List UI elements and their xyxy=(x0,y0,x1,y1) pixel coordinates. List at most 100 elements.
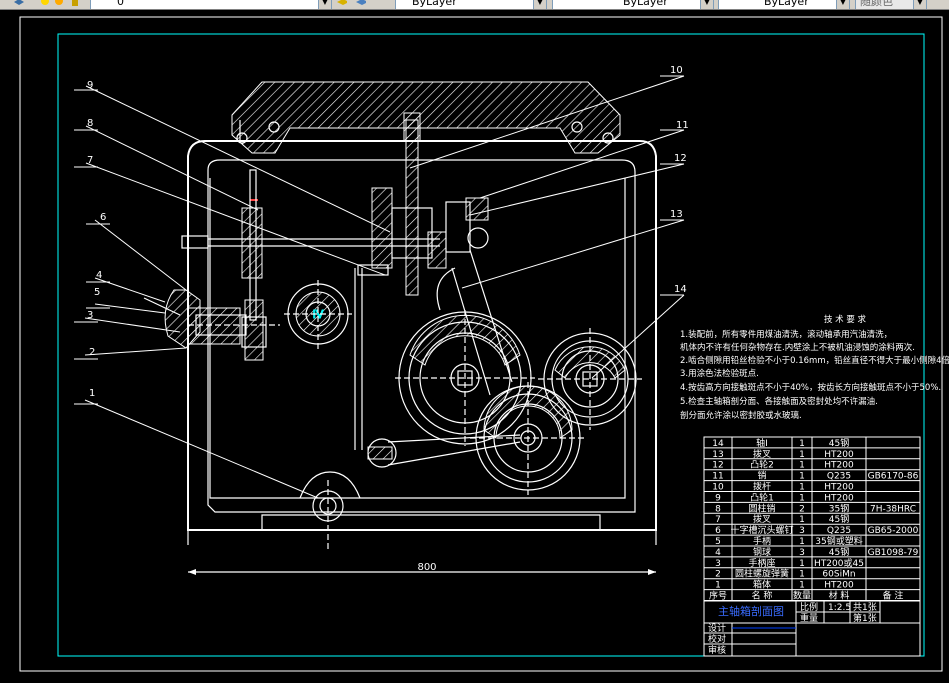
table-cell-no: 12 xyxy=(712,461,723,471)
table-cell-mat: HT200 xyxy=(824,493,854,503)
table-cell-qty: 2 xyxy=(799,504,805,514)
table-cell-name: 圆柱螺旋弹簧 xyxy=(735,568,789,580)
linetype-value: ByLayer xyxy=(623,0,668,8)
table-cell-qty: 3 xyxy=(799,526,805,536)
table-cell-mat: 60SiMn xyxy=(822,570,855,580)
table-cell-no: 7 xyxy=(715,515,721,525)
requirement-line: 3.用涂色法检验斑点. xyxy=(680,368,759,379)
table-header-name: 名 称 xyxy=(752,590,773,602)
table-cell-qty: 1 xyxy=(799,461,805,471)
table-cell-note: GB1098-79 xyxy=(868,548,919,558)
table-cell-note: GB6170-86 xyxy=(868,472,919,482)
table-cell-no: 13 xyxy=(712,450,723,460)
gear-group-left xyxy=(395,310,535,446)
weight-label: 重量 xyxy=(800,612,818,624)
color-value: ByLayer xyxy=(412,0,457,8)
table-cell-name: 凸轮1 xyxy=(750,491,774,503)
leader-2: 2 xyxy=(89,347,95,358)
sun-freeze-icon[interactable] xyxy=(54,0,64,6)
table-cell-note: 7H-38HRC xyxy=(870,504,916,514)
technical-requirements: 技 术 要 求 1.装配前，所有零件用煤油清洗，滚动轴承用汽油清洗， 机体内不许… xyxy=(680,314,949,421)
table-cell-qty: 1 xyxy=(799,570,805,580)
scale-label: 比例 xyxy=(800,601,818,613)
table-cell-no: 10 xyxy=(712,483,724,493)
table-cell-mat: Q235 xyxy=(827,472,851,482)
table-cell-no: 1 xyxy=(715,581,721,591)
shaft-iv: IV xyxy=(284,280,352,350)
table-cell-no: 14 xyxy=(712,439,724,449)
table-cell-qty: 1 xyxy=(799,493,805,503)
checker-label: 校对 xyxy=(708,633,726,645)
table-cell-name: 轴I xyxy=(756,437,768,449)
table-header-qty: 数量 xyxy=(793,590,811,602)
table-cell-note: GB65-2000 xyxy=(868,526,919,536)
table-cell-qty: 1 xyxy=(799,515,805,525)
leader-11: 11 xyxy=(676,120,689,131)
requirement-line: 机体内不许有任何杂物存在.内壁涂上不被机油浸蚀的涂料两次. xyxy=(680,342,915,353)
leader-6: 6 xyxy=(100,212,106,223)
cad-drawing: IV 800 1 2 3 4 5 6 7 8 9 10 11 12 13 14 … xyxy=(19,16,949,672)
drawing-canvas[interactable]: IV 800 1 2 3 4 5 6 7 8 9 10 11 12 13 14 … xyxy=(0,10,949,679)
make-current-layer-icon[interactable] xyxy=(337,0,347,6)
table-cell-no: 4 xyxy=(715,548,721,558)
sheet-number: 第1张 xyxy=(853,612,877,624)
properties-toolbar: 0 ▼ ByLayer ▼ ByLayer ▼ ByLayer ▼ 随颜色 ▼ xyxy=(0,0,949,10)
table-cell-no: 5 xyxy=(715,537,721,547)
requirement-line: 2.啮合侧隙用铅丝检验不小于0.16mm，铅丝直径不得大于最小侧隙4倍. xyxy=(680,355,949,366)
layer-previous-icon[interactable] xyxy=(356,0,366,6)
table-cell-name: 拨杆 xyxy=(753,481,771,493)
table-cell-qty: 1 xyxy=(799,537,805,547)
table-cell-name: 手柄座 xyxy=(748,557,775,569)
plotstyle-value: 随颜色 xyxy=(860,0,893,8)
table-cell-qty: 1 xyxy=(799,472,805,482)
layer-dropdown[interactable]: 0 ▼ xyxy=(90,0,332,9)
table-cell-no: 8 xyxy=(715,504,721,514)
layer-bulb-icon[interactable] xyxy=(40,0,50,6)
leader-9: 9 xyxy=(87,80,93,91)
chevron-down-icon: ▼ xyxy=(533,0,546,9)
table-header-no: 序号 xyxy=(709,590,727,602)
table-cell-name: 凸轮2 xyxy=(750,459,774,471)
table-cell-mat: HT200 xyxy=(824,483,854,493)
gear-group-middle xyxy=(470,382,586,495)
table-cell-no: 6 xyxy=(715,526,721,536)
leader-1: 1 xyxy=(89,388,95,399)
layer-value: 0 xyxy=(117,0,124,8)
approver-label: 审核 xyxy=(708,644,726,656)
title-block: 主轴箱剖面图 比例 1:2.5 共1张 重量 第1张 设计 校对 审核 xyxy=(703,600,921,657)
sheet-count: 共1张 xyxy=(853,602,877,613)
chevron-down-icon: ▼ xyxy=(700,0,713,9)
parts-list-table: 14 轴I 1 45钢13 拨叉 1 HT20012 凸轮2 1 HT20011 销 1 Q235 GB6… xyxy=(703,436,921,602)
leader-10: 10 xyxy=(670,65,683,76)
table-cell-mat: 45钢 xyxy=(829,437,849,449)
lock-icon[interactable] xyxy=(70,0,80,6)
leader-3: 3 xyxy=(87,310,93,321)
table-header-mat: 材 料 xyxy=(829,590,850,602)
table-cell-no: 3 xyxy=(715,559,721,569)
table-cell-mat: 45钢 xyxy=(829,513,849,525)
bottom-boss xyxy=(299,471,361,550)
table-cell-name: 圆柱销 xyxy=(748,502,775,514)
chevron-down-icon: ▼ xyxy=(913,0,926,9)
table-cell-mat: HT200 xyxy=(824,450,854,460)
table-cell-mat: 35钢 xyxy=(829,502,849,514)
lineweight-dropdown[interactable]: ByLayer ▼ xyxy=(718,0,850,9)
plotstyle-dropdown[interactable]: 随颜色 ▼ xyxy=(855,0,927,9)
table-cell-name: 拨叉 xyxy=(753,513,771,525)
layer-states-icon[interactable] xyxy=(14,0,24,6)
table-cell-mat: HT200 xyxy=(824,581,854,591)
designer-label: 设计 xyxy=(708,622,726,634)
table-cell-no: 2 xyxy=(715,570,721,580)
table-header-note: 备 注 xyxy=(883,590,904,602)
fork-lever xyxy=(354,119,513,450)
table-cell-no: 11 xyxy=(712,472,723,482)
table-cell-name: 手柄 xyxy=(753,535,771,547)
scale-value: 1:2.5 xyxy=(828,603,851,613)
table-cell-name: 钢球 xyxy=(753,546,771,558)
dimension-text: 800 xyxy=(417,562,436,573)
color-dropdown[interactable]: ByLayer ▼ xyxy=(395,0,547,9)
linetype-dropdown[interactable]: ByLayer ▼ xyxy=(552,0,714,9)
requirement-line: 1.装配前，所有零件用煤油清洗，滚动轴承用汽油清洗， xyxy=(680,329,892,340)
table-cell-name: 销 xyxy=(757,470,766,482)
table-cell-qty: 1 xyxy=(799,450,805,460)
